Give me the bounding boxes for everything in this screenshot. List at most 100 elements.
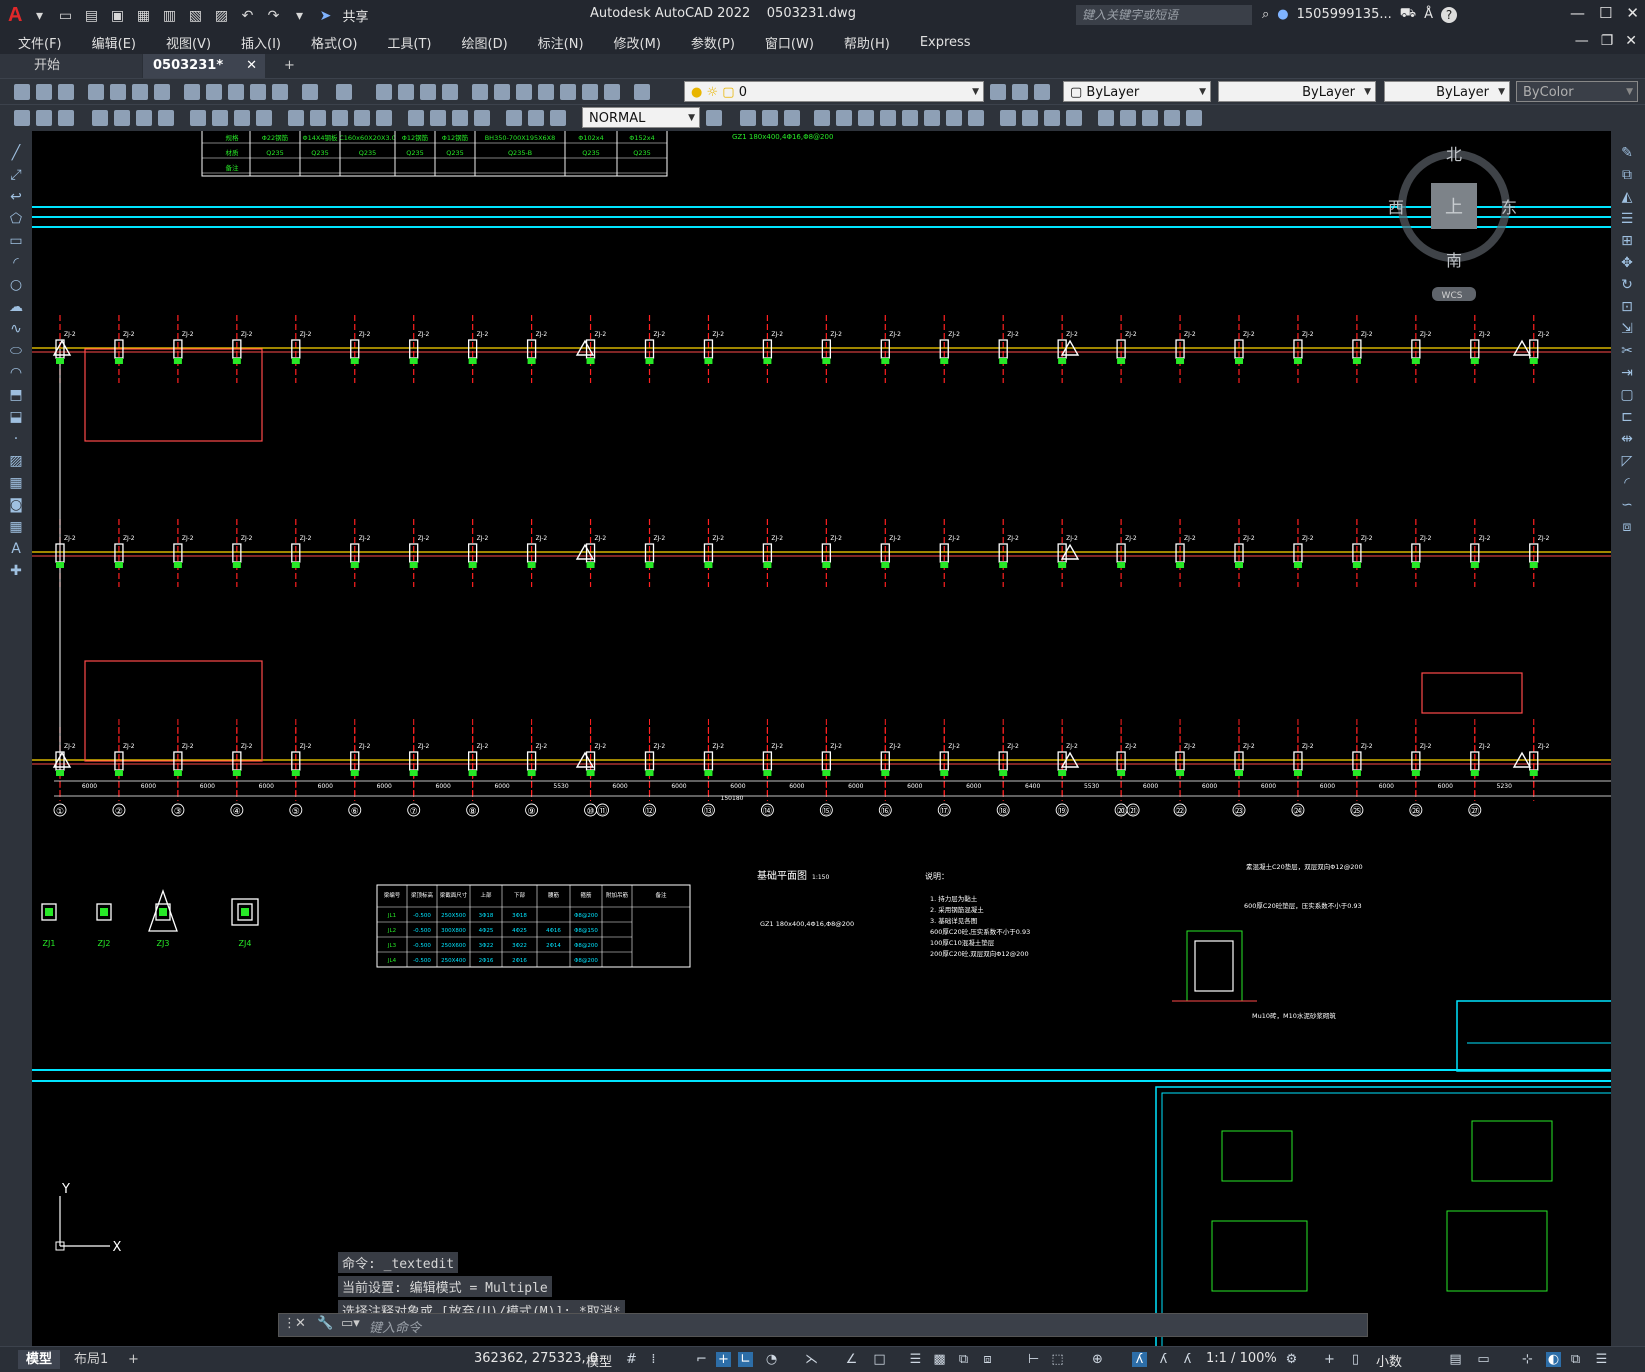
close-icon[interactable]: ✕ <box>1626 4 1639 22</box>
radius-dimension-icon[interactable] <box>190 110 206 126</box>
customize-icon[interactable]: ▾ <box>290 7 308 25</box>
region-icon[interactable]: ◙ <box>7 497 25 513</box>
drawing-svg[interactable]: 规格 Φ22钢筋 Φ14X4钢板 C160x60X20X3.0 Φ12钢筋 Φ12钢筋 BH… <box>32 131 1611 1346</box>
dimension-space-icon[interactable] <box>354 110 370 126</box>
ucs-face-icon[interactable] <box>1164 110 1180 126</box>
move-3d-icon[interactable] <box>836 110 852 126</box>
snap-icon[interactable]: ⁞ <box>646 1352 661 1367</box>
baseline-dimension-icon[interactable] <box>310 110 326 126</box>
gradient-icon[interactable]: ▦ <box>7 475 25 491</box>
diameter-dimension-icon[interactable] <box>234 110 250 126</box>
tolerance-icon[interactable] <box>408 110 424 126</box>
copy-icon[interactable] <box>206 84 222 100</box>
menu-draw[interactable]: 绘图(D) <box>444 33 520 52</box>
circle-icon[interactable]: ○ <box>7 277 25 293</box>
properties-icon[interactable] <box>472 84 488 100</box>
selection-cycling-icon[interactable]: ⧉ <box>956 1352 971 1367</box>
open-folder-icon[interactable]: ▤ <box>82 7 100 25</box>
add-selected-icon[interactable]: ✚ <box>7 563 25 579</box>
open-icon[interactable] <box>36 84 52 100</box>
spline-icon[interactable]: ∿ <box>7 321 25 337</box>
isodraft-icon[interactable]: ⋋ <box>804 1352 819 1367</box>
ucs-object-icon[interactable] <box>1186 110 1202 126</box>
web-save-icon[interactable]: ▥ <box>160 7 178 25</box>
sweep-icon[interactable] <box>946 110 962 126</box>
save-as-icon[interactable]: ▦ <box>134 7 152 25</box>
make-block-icon[interactable]: ⬓ <box>7 409 25 425</box>
help-icon[interactable] <box>604 84 620 100</box>
workspace-icon[interactable] <box>14 110 30 126</box>
tool-palettes-icon[interactable] <box>516 84 532 100</box>
close-command-icon[interactable]: ✕ <box>295 1316 306 1331</box>
hardware-acceleration-icon[interactable]: ▤ <box>1448 1352 1463 1367</box>
user-name[interactable]: 1505999135... <box>1297 7 1392 22</box>
make-current-layer-icon[interactable] <box>990 84 1006 100</box>
dimstyle-dropdown[interactable]: NORMAL ▼ <box>582 107 700 128</box>
redo-icon[interactable]: ↷ <box>264 7 282 25</box>
blend-icon[interactable]: ∽ <box>1618 497 1636 513</box>
cart-icon[interactable]: ⛟ <box>1400 6 1416 23</box>
break-at-point-icon[interactable]: ▢ <box>1618 387 1636 403</box>
3d-dwf-icon[interactable] <box>154 84 170 100</box>
recent-commands-icon[interactable]: ▭▾ <box>341 1316 360 1331</box>
annotation-scale[interactable]: 1:1 / 100% <box>1206 1351 1277 1366</box>
share-icon[interactable]: ➤ <box>316 7 334 25</box>
new-file-icon[interactable]: ▭ <box>56 7 74 25</box>
undo-icon[interactable] <box>302 84 318 100</box>
menu-view[interactable]: 视图(V) <box>148 33 223 52</box>
construction-line-icon[interactable]: ⤢ <box>7 167 25 183</box>
point-icon[interactable]: · <box>7 431 25 447</box>
table-icon[interactable]: ▦ <box>7 519 25 535</box>
save-icon[interactable]: ▣ <box>108 7 126 25</box>
command-line[interactable]: ⋮ ✕ 🔧 ▭▾ 键入命令 <box>278 1313 1368 1337</box>
revision-cloud-icon[interactable]: ☁ <box>7 299 25 315</box>
menu-tools[interactable]: 工具(T) <box>369 33 443 52</box>
selection-filter-icon[interactable]: ⬚ <box>1050 1352 1065 1367</box>
ellipse-arc-icon[interactable]: ◠ <box>7 365 25 381</box>
drawing-canvas[interactable]: 规格 Φ22钢筋 Φ14X4钢板 C160x60X20X3.0 Φ12钢筋 Φ12钢筋 BH… <box>32 131 1611 1346</box>
center-mark-icon[interactable] <box>430 110 446 126</box>
user-icon[interactable]: ● <box>1277 7 1288 22</box>
arc-length-icon[interactable] <box>136 110 152 126</box>
linear-dimension-icon[interactable] <box>92 110 108 126</box>
quick-properties-icon[interactable]: ▯ <box>1348 1352 1363 1367</box>
match-properties-icon[interactable] <box>250 84 266 100</box>
add-layout-button[interactable]: + <box>120 1350 147 1369</box>
command-input[interactable]: 键入命令 <box>369 1317 421 1336</box>
slice-icon[interactable] <box>1066 110 1082 126</box>
clean-screen-icon[interactable]: ⊹ <box>1520 1352 1535 1367</box>
viewcube[interactable]: 上 北南 东 西 WCS <box>1388 145 1517 301</box>
angular-dimension-icon[interactable] <box>256 110 272 126</box>
hatch-icon[interactable]: ▨ <box>7 453 25 469</box>
subtract-icon[interactable] <box>1022 110 1038 126</box>
explode-icon[interactable]: ⧈ <box>1618 519 1636 535</box>
join-icon[interactable]: ⇹ <box>1618 431 1636 447</box>
layer-dropdown[interactable]: ● ☼ ▢ 0 ▼ <box>684 81 984 102</box>
workspace-switch-icon[interactable]: ◐ <box>1546 1352 1561 1367</box>
polar-icon[interactable]: ◔ <box>764 1352 779 1367</box>
search-input[interactable]: 键入关键字或短语 <box>1076 5 1252 25</box>
inspection-icon[interactable] <box>452 110 468 126</box>
layout-tab[interactable]: 布局1 <box>66 1350 116 1369</box>
menu-window[interactable]: 窗口(W) <box>747 33 826 52</box>
pan-icon[interactable] <box>376 84 392 100</box>
insert-block-icon[interactable]: ⬒ <box>7 387 25 403</box>
sheet-set-icon[interactable] <box>538 84 554 100</box>
scale-icon[interactable]: ⊡ <box>1618 299 1636 315</box>
menu-edit[interactable]: 编辑(E) <box>74 33 148 52</box>
aligned-dimension-icon[interactable] <box>114 110 130 126</box>
menu-help[interactable]: 帮助(H) <box>826 33 902 52</box>
customization-icon[interactable]: ☰ <box>1594 1352 1609 1367</box>
plot-icon[interactable]: ▨ <box>212 7 230 25</box>
publish-icon[interactable]: ▧ <box>186 7 204 25</box>
lineweight-icon[interactable]: ☰ <box>908 1352 923 1367</box>
zoom-previous-icon[interactable] <box>442 84 458 100</box>
search-icon[interactable]: ⌕ <box>1262 7 1269 22</box>
annotation-scale-icon[interactable]: ʎ <box>1180 1352 1195 1367</box>
menu-file[interactable]: 文件(F) <box>0 33 74 52</box>
doc-minimize-icon[interactable]: — <box>1575 33 1589 49</box>
paste-icon[interactable] <box>228 84 244 100</box>
plotstyle-dropdown[interactable]: ByColor ▼ <box>1516 81 1638 102</box>
dimension-text-edit-icon[interactable] <box>528 110 544 126</box>
ucs-world-icon[interactable] <box>1120 110 1136 126</box>
